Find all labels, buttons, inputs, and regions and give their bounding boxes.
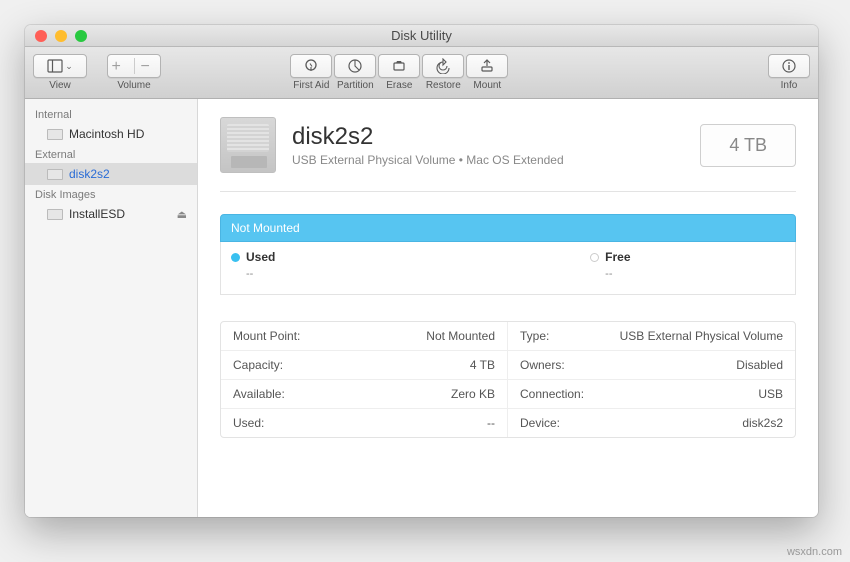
volume-header: disk2s2 USB External Physical Volume • M…: [220, 117, 796, 192]
usage-panel: Used -- Free --: [220, 242, 796, 295]
first-aid-button[interactable]: [290, 54, 332, 78]
table-row: Capacity: 4 TB: [221, 351, 508, 380]
info-key: Available:: [233, 387, 285, 401]
free-swatch-icon: [590, 253, 599, 262]
close-icon[interactable]: [35, 30, 47, 42]
window-title: Disk Utility: [391, 28, 452, 43]
partition-button[interactable]: [334, 54, 376, 78]
sidebar-item-label: disk2s2: [69, 167, 110, 181]
minimize-icon[interactable]: [55, 30, 67, 42]
capacity-badge: 4 TB: [700, 124, 796, 167]
disk-icon: [47, 169, 63, 180]
toolbar-view-label: View: [49, 80, 71, 91]
view-button[interactable]: ⌄: [33, 54, 87, 78]
mount-status-bar: Not Mounted: [220, 214, 796, 242]
info-key: Used:: [233, 416, 264, 430]
usage-used: Used --: [231, 250, 275, 280]
free-value: --: [605, 268, 785, 280]
used-swatch-icon: [231, 253, 240, 262]
info-label: Info: [781, 80, 798, 91]
restore-icon: [435, 58, 451, 74]
sidebar-item-macintosh-hd[interactable]: Macintosh HD: [25, 123, 197, 145]
info-value: Not Mounted: [426, 329, 495, 343]
titlebar: Disk Utility: [25, 25, 818, 47]
info-value: 4 TB: [470, 358, 495, 372]
sidebar-item-installesd[interactable]: InstallESD ⏏: [25, 203, 197, 225]
volume-titles: disk2s2 USB External Physical Volume • M…: [292, 123, 564, 167]
restore-button[interactable]: [422, 54, 464, 78]
mount-button[interactable]: [466, 54, 508, 78]
volume-add-icon: +: [112, 58, 128, 74]
toolbar-view: ⌄ View: [33, 54, 87, 91]
toolbar-center: First Aid Partition Erase Restore Mount: [291, 54, 507, 91]
sidebar-section-external: External: [25, 145, 197, 163]
usage-free: Free --: [590, 250, 785, 280]
table-row: Device: disk2s2: [508, 409, 795, 437]
zoom-icon[interactable]: [75, 30, 87, 42]
free-label: Free: [605, 250, 630, 264]
info-value: USB External Physical Volume: [620, 329, 783, 343]
volume-subtitle: USB External Physical Volume • Mac OS Ex…: [292, 153, 564, 167]
table-row: Mount Point: Not Mounted: [221, 322, 508, 351]
volume-button[interactable]: + −: [107, 54, 161, 78]
chevron-down-icon: ⌄: [65, 61, 73, 72]
info-key: Device:: [520, 416, 560, 430]
info-key: Owners:: [520, 358, 565, 372]
disk-icon: [47, 129, 63, 140]
erase-label: Erase: [386, 80, 412, 91]
table-row: Owners: Disabled: [508, 351, 795, 380]
info-value: disk2s2: [742, 416, 783, 430]
watermark: wsxdn.com: [787, 546, 842, 558]
sidebar-section-diskimages: Disk Images: [25, 185, 197, 203]
toolbar-volume: + − Volume: [107, 54, 161, 91]
info-key: Capacity:: [233, 358, 283, 372]
first-aid-label: First Aid: [293, 80, 329, 91]
erase-icon: [391, 58, 407, 74]
table-row: Connection: USB: [508, 380, 795, 409]
first-aid-icon: [303, 58, 319, 74]
info-value: Zero KB: [451, 387, 495, 401]
sidebar-item-disk2s2[interactable]: disk2s2: [25, 163, 197, 185]
info-value: USB: [758, 387, 783, 401]
sidebar-item-label: Macintosh HD: [69, 127, 144, 141]
main-panel: disk2s2 USB External Physical Volume • M…: [198, 99, 818, 517]
mount-icon: [479, 58, 495, 74]
info-value: --: [487, 416, 495, 430]
info-key: Mount Point:: [233, 329, 300, 343]
mount-label: Mount: [473, 80, 501, 91]
window-body: Internal Macintosh HD External disk2s2 D…: [25, 99, 818, 517]
toolbar-info: Info: [768, 54, 810, 91]
erase-button[interactable]: [378, 54, 420, 78]
eject-icon[interactable]: ⏏: [177, 208, 187, 221]
used-value: --: [246, 268, 275, 280]
info-key: Connection:: [520, 387, 584, 401]
table-row: Used: --: [221, 409, 508, 437]
sidebar-section-internal: Internal: [25, 105, 197, 123]
toolbar: ⌄ View + − Volume First Aid Partition: [25, 47, 818, 99]
sidebar-icon: [47, 58, 63, 74]
partition-icon: [347, 58, 363, 74]
info-key: Type:: [520, 329, 549, 343]
sidebar-item-label: InstallESD: [69, 207, 125, 221]
table-row: Available: Zero KB: [221, 380, 508, 409]
partition-label: Partition: [337, 80, 374, 91]
info-value: Disabled: [736, 358, 783, 372]
restore-label: Restore: [426, 80, 461, 91]
info-icon: [781, 58, 797, 74]
used-label: Used: [246, 250, 275, 264]
disk-utility-window: Disk Utility ⌄ View + − Volume First Aid: [25, 25, 818, 517]
table-row: Type: USB External Physical Volume: [508, 322, 795, 351]
sidebar: Internal Macintosh HD External disk2s2 D…: [25, 99, 198, 517]
disk-icon: [47, 209, 63, 220]
volume-remove-icon: −: [141, 58, 157, 74]
volume-disk-icon: [220, 117, 276, 173]
volume-name: disk2s2: [292, 123, 564, 151]
info-button[interactable]: [768, 54, 810, 78]
toolbar-volume-label: Volume: [117, 80, 150, 91]
info-table: Mount Point: Not Mounted Type: USB Externa…: [220, 321, 796, 438]
window-controls: [35, 30, 87, 42]
